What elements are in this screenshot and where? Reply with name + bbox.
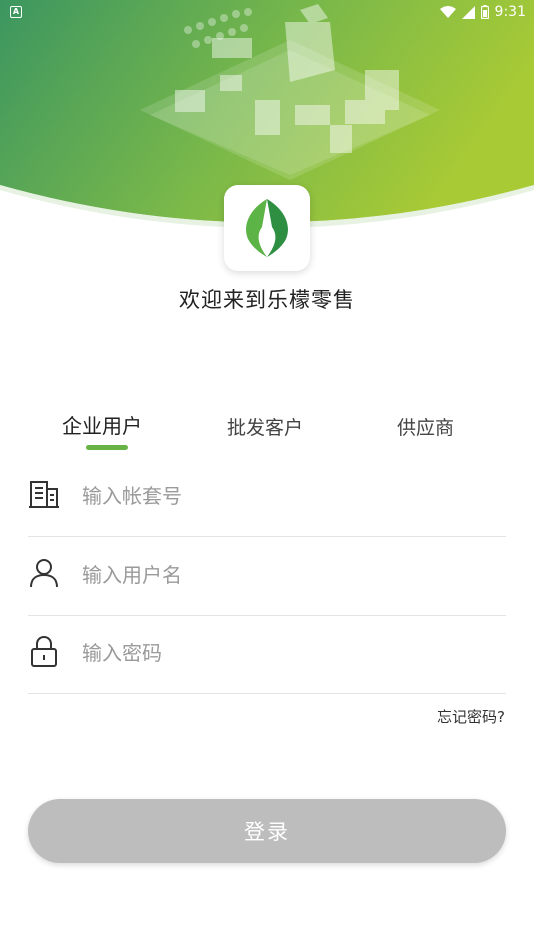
status-time: 9:31 bbox=[494, 4, 526, 20]
battery-icon bbox=[480, 5, 489, 19]
app-notification-icon: A bbox=[10, 6, 22, 18]
user-type-tabs: 企业用户 批发客户 供应商 bbox=[0, 405, 534, 455]
active-tab-indicator bbox=[86, 445, 128, 450]
user-icon bbox=[30, 559, 58, 588]
forgot-password-link[interactable]: 忘记密码? bbox=[437, 706, 505, 727]
lock-icon bbox=[31, 635, 57, 667]
username-input[interactable] bbox=[80, 555, 484, 595]
login-button[interactable]: 登录 bbox=[28, 799, 506, 863]
status-bar: A 9:31 bbox=[0, 0, 534, 24]
tab-wholesale-customer[interactable]: 批发客户 bbox=[227, 413, 303, 440]
account-field bbox=[28, 458, 506, 537]
wifi-icon bbox=[439, 5, 456, 18]
signal-icon bbox=[461, 5, 475, 19]
account-input[interactable] bbox=[80, 476, 484, 516]
password-input[interactable] bbox=[80, 633, 484, 673]
welcome-title: 欢迎来到乐檬零售 bbox=[179, 288, 355, 312]
leaf-logo-icon bbox=[246, 199, 288, 257]
tab-supplier[interactable]: 供应商 bbox=[397, 413, 454, 440]
username-field bbox=[28, 537, 506, 616]
app-logo bbox=[224, 185, 310, 271]
tab-enterprise-user[interactable]: 企业用户 bbox=[62, 410, 142, 439]
building-icon bbox=[29, 481, 59, 508]
password-field bbox=[28, 615, 506, 694]
